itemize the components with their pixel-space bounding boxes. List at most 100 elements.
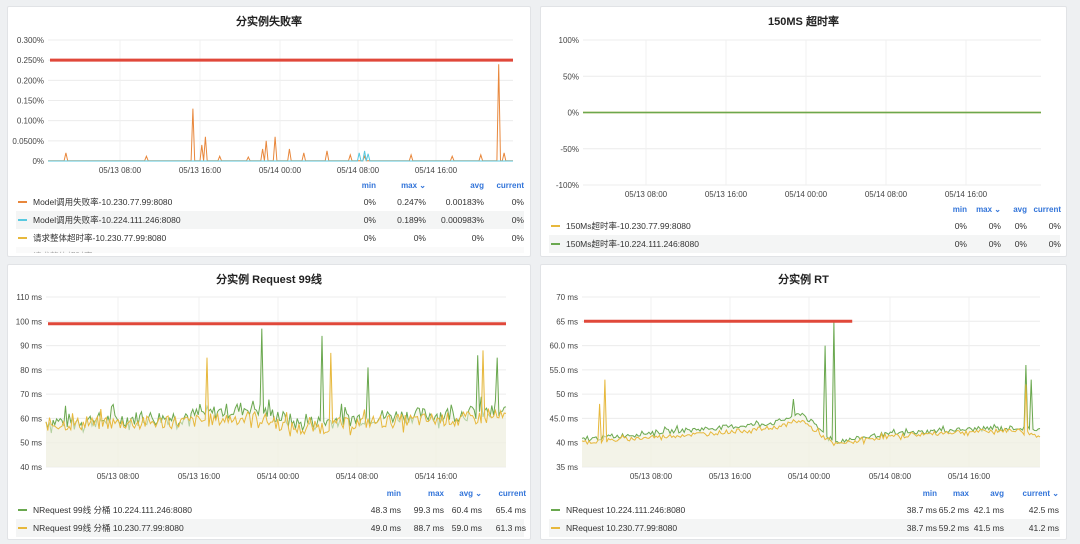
x-tick-label: 05/14 08:00 <box>865 190 908 199</box>
legend-row[interactable]: Model调用失败率-10.224.111.246:8080 0% 0.189% 0.… <box>16 211 524 229</box>
y-tick-label: 70 ms <box>20 390 42 399</box>
y-tick-label: 0.100% <box>17 117 44 126</box>
series-swatch <box>551 225 560 227</box>
series-swatch <box>551 527 560 529</box>
x-tick-label: 05/13 16:00 <box>709 472 752 481</box>
y-tick-label: 35 ms <box>556 463 578 472</box>
y-tick-label: 70 ms <box>556 293 578 302</box>
legend-row[interactable]: NRequest 10.224.111.246:8080 38.7 ms 65.2 … <box>549 501 1060 519</box>
legend-header: min max avg ⌄ current <box>16 487 526 501</box>
series-name: 150Ms超时率-10.230.77.99:8080 <box>566 221 691 231</box>
rt-chart: 70 ms 65 ms 60.0 ms 55.0 ms 50 ms 45.0 ms 40 m… <box>550 293 1041 481</box>
series-swatch <box>18 527 27 529</box>
request-p99-chart: 110 ms 100 ms 90 ms 80 ms 70 ms 60 ms 50 ms 40 … <box>16 293 507 481</box>
legend-row[interactable]: 150Ms超时率-10.230.77.99:8080 0% 0% 0% 0% <box>549 217 1061 235</box>
series-stat-3: 0% <box>511 197 524 207</box>
series-name: NRequest 99线 分桶 10.224.111.246:8080 <box>33 505 192 515</box>
legend-row[interactable]: NRequest 10.230.77.99:8080 38.7 ms 59.2 ms… <box>549 519 1060 537</box>
x-tick-label: 05/14 16:00 <box>948 472 991 481</box>
series-area-1 <box>46 350 506 467</box>
rt-legend: min max avg current ⌄ NRequest 10.224.111.24… <box>549 487 1060 537</box>
y-tick-label: 0.300% <box>17 36 44 45</box>
x-tick-label: 05/13 08:00 <box>99 166 142 175</box>
rt-panel[interactable]: 分实例 RT 70 ms 65 ms 60.0 ms 55.0 ms 50 ms 45.0… <box>540 264 1067 540</box>
legend-header-2[interactable]: avg <box>964 489 1004 498</box>
legend-row[interactable]: NRequest 99线 分桶 10.224.111.246:8080 48.3 … <box>16 501 526 519</box>
series-swatch <box>551 243 560 245</box>
legend-header: min max ⌄ avg current <box>549 203 1061 217</box>
series-stat-3: 61.3 ms <box>495 523 526 533</box>
legend-header-3[interactable]: current <box>486 489 526 498</box>
x-tick-label: 05/14 08:00 <box>336 472 379 481</box>
legend-header-2[interactable]: avg <box>444 181 484 190</box>
timeout-rate-panel[interactable]: 150MS 超时率 100% 50% 0% -50% -100% 05/13 08:00 0… <box>540 6 1067 257</box>
y-tick-label: -50% <box>560 145 579 154</box>
legend-header-3[interactable]: current <box>1021 205 1061 214</box>
x-tick-label: 05/14 00:00 <box>259 166 302 175</box>
y-tick-label: 45.0 ms <box>550 414 578 423</box>
series-swatch <box>18 237 27 239</box>
x-tick-label: 05/14 00:00 <box>785 190 828 199</box>
series-name: NRequest 10.224.111.246:8080 <box>566 505 686 515</box>
y-tick-label: 65 ms <box>556 317 578 326</box>
series-name: NRequest 10.230.77.99:8080 <box>566 523 678 533</box>
y-tick-label: 0% <box>567 109 579 118</box>
series-swatch <box>18 201 27 203</box>
y-tick-label: 50 ms <box>20 439 42 448</box>
legend-header-2[interactable]: avg ⌄ <box>442 489 482 498</box>
legend-row[interactable]: 请求整体超时率-10.224.111.246:80800%0%0%0% <box>16 247 524 253</box>
legend-header: min max avg current ⌄ <box>549 487 1060 501</box>
series-name: 请求整体超时率-10.230.77.99:8080 <box>33 233 167 243</box>
timeout-rate-legend: min max ⌄ avg current 150Ms超时率-10.230.77.99:… <box>549 203 1061 253</box>
series-name: 150Ms超时率-10.224.111.246:8080 <box>566 239 699 249</box>
series-stat-3: 0% <box>511 233 524 243</box>
x-tick-label: 05/13 16:00 <box>705 190 748 199</box>
failure-rate-panel[interactable]: 分实例失败率 0.300% 0.250% 0.200% 0.150% 0.100% 0.0… <box>7 6 531 257</box>
legend-header-1[interactable]: max <box>929 489 969 498</box>
request-p99-panel[interactable]: 分实例 Request 99线 110 ms 100 ms 90 ms 80 ms 70… <box>7 264 531 540</box>
series-stat-3: 0% <box>511 215 524 225</box>
x-tick-label: 05/13 16:00 <box>179 166 222 175</box>
y-tick-label: 50% <box>563 72 579 81</box>
legend-header-1[interactable]: max ⌄ <box>386 181 426 190</box>
legend-row[interactable]: NRequest 99线 分桶 10.230.77.99:8080 49.0 ms… <box>16 519 526 537</box>
legend-header-0[interactable]: min <box>361 489 401 498</box>
legend-header-1[interactable]: max <box>404 489 444 498</box>
y-tick-label: 60 ms <box>20 414 42 423</box>
series-stat-3: 41.2 ms <box>1028 523 1059 533</box>
timeout-rate-chart: 100% 50% 0% -50% -100% 05/13 08:00 05/13 16:00… <box>556 36 1041 199</box>
x-tick-label: 05/13 08:00 <box>97 472 140 481</box>
y-tick-label: 100 ms <box>16 317 42 326</box>
x-tick-label: 05/14 08:00 <box>869 472 912 481</box>
series-stat-3: 0% <box>454 247 524 253</box>
x-tick-label: 05/13 08:00 <box>630 472 673 481</box>
y-tick-label: 110 ms <box>16 293 42 302</box>
legend-header-0[interactable]: min <box>336 181 376 190</box>
request-p99-legend: min max avg ⌄ current NRequest 99线 分桶 10.224… <box>16 487 526 537</box>
legend-row[interactable]: 请求整体超时率-10.230.77.99:8080 0% 0% 0% 0% <box>16 229 524 247</box>
x-tick-label: 05/14 00:00 <box>788 472 831 481</box>
y-tick-label: 0% <box>32 157 44 166</box>
x-tick-label: 05/13 16:00 <box>178 472 221 481</box>
legend-row[interactable]: 150Ms超时率-10.224.111.246:8080 0% 0% 0% 0% <box>549 235 1061 253</box>
legend-header: min max ⌄ avg current <box>16 179 524 193</box>
failure-rate-legend: min max ⌄ avg current Model调用失败率-10.230.77.9… <box>16 179 524 253</box>
y-tick-label: 50 ms <box>556 390 578 399</box>
y-tick-label: 0.0500% <box>12 137 44 146</box>
series-stat-3: 0% <box>1048 239 1061 249</box>
y-tick-label: -100% <box>556 181 579 190</box>
y-tick-label: 60.0 ms <box>550 342 578 351</box>
y-tick-label: 0.150% <box>17 97 44 106</box>
x-tick-label: 05/13 08:00 <box>625 190 668 199</box>
legend-header-3[interactable]: current <box>484 181 524 190</box>
y-tick-label: 90 ms <box>20 342 42 351</box>
y-tick-label: 0.250% <box>17 56 44 65</box>
legend-header-3[interactable]: current ⌄ <box>1019 489 1060 498</box>
x-tick-label: 05/14 16:00 <box>415 166 458 175</box>
legend-row[interactable]: Model调用失败率-10.230.77.99:8080 0% 0.247% 0.00… <box>16 193 524 211</box>
series-name: Model调用失败率-10.230.77.99:8080 <box>33 197 173 207</box>
x-tick-label: 05/14 16:00 <box>415 472 458 481</box>
series-swatch <box>18 509 27 511</box>
failure-rate-chart: 0.300% 0.250% 0.200% 0.150% 0.100% 0.0500% 0% 0… <box>12 36 513 175</box>
y-tick-label: 55.0 ms <box>550 366 578 375</box>
